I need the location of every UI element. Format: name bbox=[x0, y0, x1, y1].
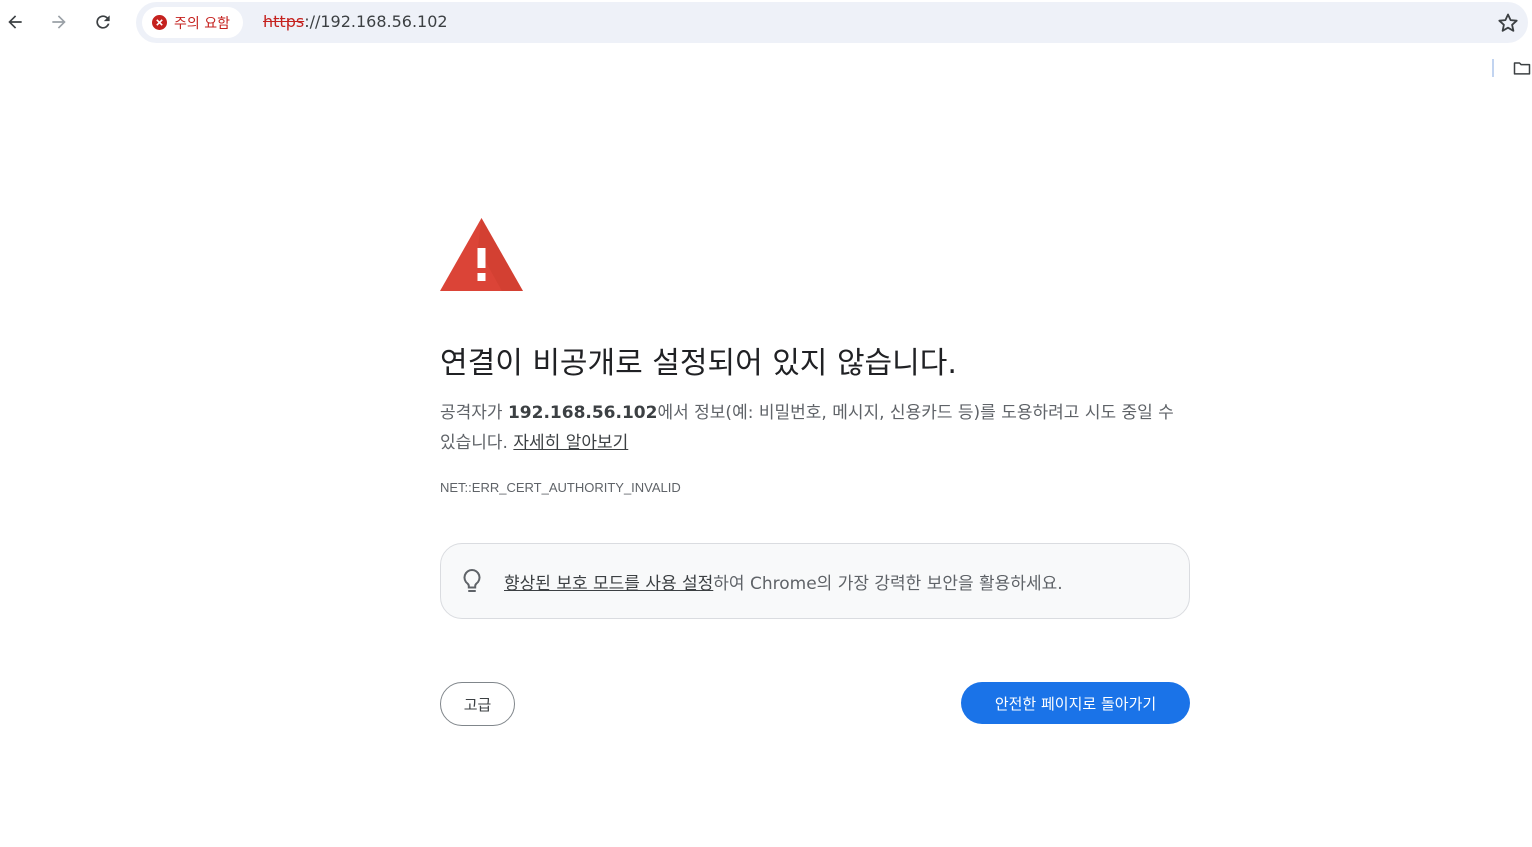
address-bar[interactable]: 주의 요함 https://192.168.56.102 bbox=[136, 2, 1528, 43]
host-name: 192.168.56.102 bbox=[507, 403, 658, 423]
browser-toolbar: 주의 요함 https://192.168.56.102 bbox=[0, 0, 1532, 46]
explanation-text: 공격자가 192.168.56.102에서 정보(예: 비밀번호, 메시지, 신… bbox=[440, 398, 1190, 458]
learn-more-link[interactable]: 자세히 알아보기 bbox=[513, 433, 628, 453]
reload-button[interactable] bbox=[89, 8, 117, 36]
star-icon[interactable] bbox=[1496, 11, 1520, 35]
security-chip[interactable]: 주의 요함 bbox=[142, 7, 243, 38]
url-scheme: https bbox=[263, 12, 305, 31]
error-code: NET::ERR_CERT_AUTHORITY_INVALID bbox=[440, 480, 681, 495]
lightbulb-icon bbox=[463, 568, 481, 592]
url-host: ://192.168.56.102 bbox=[304, 12, 448, 31]
promo-text: 향상된 보호 모드를 사용 설정하여 Chrome의 가장 강력한 보안을 활용… bbox=[504, 569, 1063, 594]
bookmarks-separator bbox=[1492, 59, 1494, 77]
url-text[interactable]: https://192.168.56.102 bbox=[263, 12, 448, 31]
promo-rest-text: 하여 Chrome의 가장 강력한 보안을 활용하세요. bbox=[713, 574, 1063, 594]
security-chip-label: 주의 요함 bbox=[174, 15, 230, 32]
advanced-button[interactable]: 고급 bbox=[440, 682, 515, 726]
explanation-prefix: 공격자가 bbox=[440, 403, 508, 423]
folder-icon[interactable] bbox=[1512, 58, 1532, 78]
page-heading: 연결이 비공개로 설정되어 있지 않습니다. bbox=[440, 346, 957, 381]
reload-icon bbox=[96, 15, 110, 29]
forward-button[interactable] bbox=[45, 8, 73, 36]
enhanced-protection-promo: 향상된 보호 모드를 사용 설정하여 Chrome의 가장 강력한 보안을 활용… bbox=[440, 543, 1190, 619]
back-button[interactable] bbox=[1, 8, 29, 36]
enable-enhanced-protection-link[interactable]: 향상된 보호 모드를 사용 설정 bbox=[504, 574, 713, 594]
back-to-safety-button[interactable]: 안전한 페이지로 돌아가기 bbox=[961, 682, 1190, 724]
arrow-left-icon bbox=[8, 15, 22, 29]
arrow-right-icon bbox=[52, 15, 66, 29]
error-circle-icon bbox=[152, 15, 167, 30]
warning-triangle-icon bbox=[440, 218, 523, 291]
